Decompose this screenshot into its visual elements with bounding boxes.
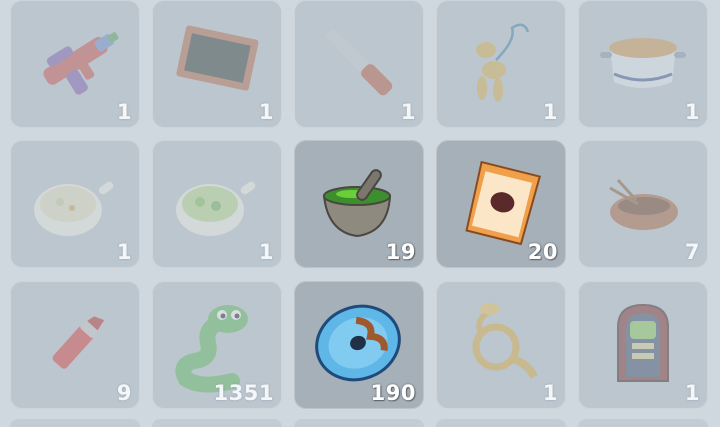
inventory-slot-knife[interactable]: 1 [294,0,424,128]
inventory-slot-blue-disc[interactable]: 190 [294,281,424,409]
item-count: 1 [116,240,132,264]
inventory-slot-chalkboard[interactable]: 1 [152,0,282,128]
item-count: 1351 [213,381,274,405]
inventory-slot-soup-pot[interactable]: 1 [578,0,708,128]
inventory-slot-partial [152,419,282,427]
item-count: 20 [527,240,558,264]
inventory-slot-jukebox[interactable]: 1 [578,281,708,409]
item-count: 1 [400,100,416,124]
inventory-slot-partial [436,419,566,427]
inventory-slot-french-horn[interactable]: 1 [436,281,566,409]
item-count: 1 [684,381,700,405]
item-count: 7 [684,240,700,264]
inventory-slot-partial [578,419,708,427]
inventory-slot-water-gun[interactable]: 1 [10,0,140,128]
item-count: 1 [542,381,558,405]
inventory-slot-balloon-animal[interactable]: 1 [436,0,566,128]
item-count: 19 [385,240,416,264]
inventory-slot-partial [294,419,424,427]
inventory-grid: 1 1 1 1 1 1 1 19 20 7 9 1351 190 1 1 [0,0,720,427]
item-count: 1 [258,240,274,264]
inventory-slot-cream-soup-bowl[interactable]: 1 [10,140,140,268]
inventory-slot-seed-packet[interactable]: 20 [436,140,566,268]
inventory-slot-mortar-and-pestle[interactable]: 19 [294,140,424,268]
item-count: 9 [116,381,132,405]
item-count: 1 [684,100,700,124]
inventory-slot-bird-nest[interactable]: 7 [578,140,708,268]
item-count: 1 [542,100,558,124]
item-count: 1 [116,100,132,124]
item-count: 1 [258,100,274,124]
inventory-slot-green-salad-bowl[interactable]: 1 [152,140,282,268]
item-count: 190 [370,381,416,405]
inventory-slot-lipstick[interactable]: 9 [10,281,140,409]
inventory-slot-green-snake[interactable]: 1351 [152,281,282,409]
inventory-slot-partial [10,419,140,427]
